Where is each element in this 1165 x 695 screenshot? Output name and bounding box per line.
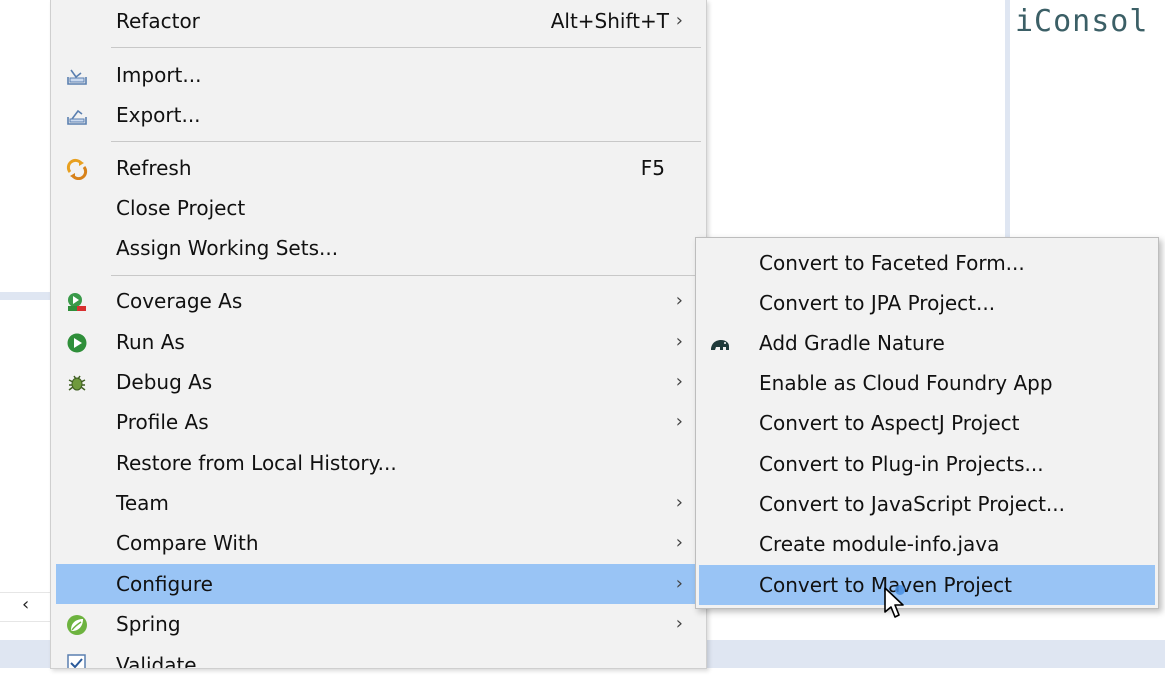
menu-item-export[interactable]: Export... bbox=[56, 95, 701, 135]
submenu-item-label: Convert to JPA Project... bbox=[759, 291, 996, 315]
bottom-panel bbox=[0, 668, 1165, 695]
submenu-item-convert-javascript[interactable]: Convert to JavaScript Project... bbox=[699, 484, 1155, 524]
menu-item-label: Profile As bbox=[116, 410, 209, 434]
menu-item-label: Import... bbox=[116, 63, 202, 87]
submenu-item-label: Convert to JavaScript Project... bbox=[759, 492, 1065, 516]
run-icon bbox=[67, 333, 87, 353]
submenu-item-label: Enable as Cloud Foundry App bbox=[759, 371, 1053, 395]
gradle-elephant-icon bbox=[711, 340, 729, 350]
menu-item-run-as[interactable]: Run As › bbox=[56, 322, 701, 362]
submenu-item-add-gradle-nature[interactable]: Add Gradle Nature bbox=[699, 323, 1155, 363]
spring-leaf-icon bbox=[67, 615, 87, 635]
menu-item-label: Team bbox=[116, 491, 169, 515]
menu-item-refresh[interactable]: Refresh F5 bbox=[56, 148, 701, 188]
menu-item-label: Restore from Local History... bbox=[116, 451, 397, 475]
menu-item-label: Refactor bbox=[116, 9, 200, 33]
menu-item-label: Run As bbox=[116, 330, 185, 354]
menu-item-label: Spring bbox=[116, 612, 181, 636]
horizontal-scrollbar[interactable]: ‹ bbox=[0, 592, 55, 622]
submenu-item-label: Convert to AspectJ Project bbox=[759, 411, 1020, 435]
menu-item-label: Coverage As bbox=[116, 289, 243, 313]
submenu-arrow-icon: › bbox=[675, 331, 683, 352]
menu-separator bbox=[111, 141, 701, 142]
menu-item-restore-local-history[interactable]: Restore from Local History... bbox=[56, 443, 701, 483]
project-explorer-strip bbox=[0, 0, 55, 640]
submenu-arrow-icon: › bbox=[675, 613, 683, 634]
refresh-icon bbox=[66, 158, 88, 180]
menu-item-assign-working-sets[interactable]: Assign Working Sets... bbox=[56, 228, 701, 268]
submenu-item-convert-jpa[interactable]: Convert to JPA Project... bbox=[699, 283, 1155, 323]
menu-item-configure[interactable]: Configure › bbox=[56, 564, 701, 604]
menu-item-shortcut: Alt+Shift+T bbox=[550, 9, 669, 33]
menu-item-debug-as[interactable]: Debug As › bbox=[56, 362, 701, 402]
menu-separator bbox=[111, 47, 701, 48]
mouse-pointer-icon bbox=[884, 585, 905, 618]
menu-item-shortcut: F5 bbox=[640, 156, 665, 180]
export-icon bbox=[67, 109, 87, 125]
submenu-arrow-icon: › bbox=[675, 10, 683, 31]
menu-separator bbox=[111, 275, 701, 276]
submenu-arrow-icon: › bbox=[675, 411, 683, 432]
menu-item-refactor[interactable]: Refactor Alt+Shift+T › bbox=[56, 1, 701, 41]
debug-bug-icon bbox=[68, 375, 86, 391]
menu-item-label: Refresh bbox=[116, 156, 192, 180]
menu-item-compare-with[interactable]: Compare With › bbox=[56, 523, 701, 563]
menu-item-label: Close Project bbox=[116, 196, 246, 220]
submenu-arrow-icon: › bbox=[675, 532, 683, 553]
menu-item-coverage-as[interactable]: Coverage As › bbox=[56, 281, 701, 321]
menu-item-label: Assign Working Sets... bbox=[116, 236, 339, 260]
submenu-item-convert-faceted-form[interactable]: Convert to Faceted Form... bbox=[699, 243, 1155, 283]
submenu-item-label: Convert to Plug-in Projects... bbox=[759, 452, 1044, 476]
submenu-arrow-icon: › bbox=[675, 492, 683, 513]
submenu-item-label: Create module-info.java bbox=[759, 532, 1000, 556]
editor-code-fragment: iConsol bbox=[1015, 4, 1149, 39]
submenu-item-convert-aspectj[interactable]: Convert to AspectJ Project bbox=[699, 403, 1155, 443]
menu-item-label: Validate bbox=[116, 653, 197, 668]
submenu-item-convert-plugin-projects[interactable]: Convert to Plug-in Projects... bbox=[699, 444, 1155, 484]
menu-item-import[interactable]: Import... bbox=[56, 55, 701, 95]
configure-submenu: Convert to Faceted Form... Convert to JP… bbox=[695, 237, 1159, 609]
context-menu: Refactor Alt+Shift+T › Import... Export.… bbox=[50, 0, 707, 669]
view-divider bbox=[0, 292, 55, 300]
menu-item-validate[interactable]: Validate bbox=[56, 644, 701, 668]
menu-item-label: Configure bbox=[116, 572, 213, 596]
editor-area bbox=[705, 0, 1010, 240]
menu-item-spring[interactable]: Spring › bbox=[56, 604, 701, 644]
submenu-item-create-module-info[interactable]: Create module-info.java bbox=[699, 524, 1155, 564]
submenu-item-enable-cloud-foundry[interactable]: Enable as Cloud Foundry App bbox=[699, 363, 1155, 403]
submenu-arrow-icon: › bbox=[675, 371, 683, 392]
menu-item-label: Export... bbox=[116, 103, 201, 127]
submenu-item-convert-maven[interactable]: Convert to Maven Project bbox=[699, 565, 1155, 605]
menu-item-profile-as[interactable]: Profile As › bbox=[56, 402, 701, 442]
import-icon bbox=[67, 69, 87, 85]
menu-item-team[interactable]: Team › bbox=[56, 483, 701, 523]
submenu-item-label: Convert to Faceted Form... bbox=[759, 251, 1025, 275]
submenu-arrow-icon: › bbox=[675, 290, 683, 311]
scroll-left-icon[interactable]: ‹ bbox=[22, 594, 29, 615]
menu-item-label: Compare With bbox=[116, 531, 259, 555]
submenu-arrow-icon: › bbox=[675, 573, 683, 594]
submenu-item-label: Add Gradle Nature bbox=[759, 331, 945, 355]
coverage-icon bbox=[68, 293, 86, 311]
checkbox-icon bbox=[67, 654, 86, 668]
menu-item-label: Debug As bbox=[116, 370, 213, 394]
menu-item-close-project[interactable]: Close Project bbox=[56, 188, 701, 228]
